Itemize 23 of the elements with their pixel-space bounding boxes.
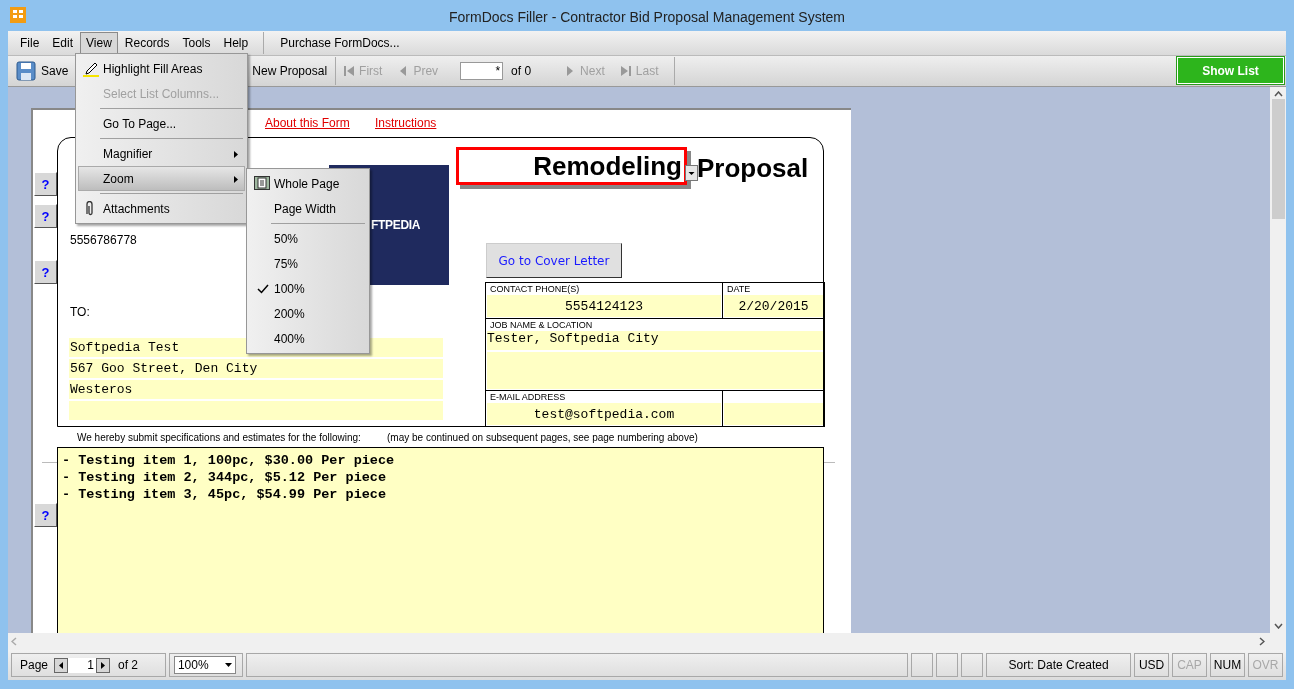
specification-line: - Testing item 1, 100pc, $30.00 Per piece	[62, 452, 396, 469]
window-title: FormDocs Filler - Contractor Bid Proposal Management System	[449, 8, 845, 25]
key-indicator: USD	[1134, 653, 1170, 677]
sort-status: Sort: Date Created	[986, 653, 1132, 677]
logo-text: FTPEDIA	[371, 218, 421, 232]
field-label: JOB NAME & LOCATION	[489, 320, 594, 331]
field-label: DATE	[726, 284, 752, 295]
zoom-value: 100%	[177, 658, 209, 672]
record-count: of 0	[511, 64, 532, 78]
spec-intro: We hereby submit specifications and estimates for the following:	[77, 432, 361, 443]
field-label: E-MAIL ADDRESS	[489, 392, 567, 403]
recipient-label: TO:	[70, 305, 90, 319]
company-phone: 5556786778	[70, 233, 137, 247]
key-indicator: NUM	[1210, 653, 1245, 677]
field-label: CONTACT PHONE(S)	[489, 284, 581, 295]
key-indicator: OVR	[1248, 653, 1283, 677]
key-indicator: CAP	[1172, 653, 1208, 677]
specification-line: - Testing item 3, 45pc, $54.99 Per piece	[62, 486, 388, 503]
form-title: Proposal	[697, 153, 809, 184]
page-label: Page	[20, 658, 49, 672]
spec-note: (may be continued on subsequent pages, see page numbering above)	[387, 432, 698, 443]
page-count: of 2	[118, 658, 139, 672]
specification-line: - Testing item 2, 344pc, $5.12 Per piece	[62, 469, 388, 486]
